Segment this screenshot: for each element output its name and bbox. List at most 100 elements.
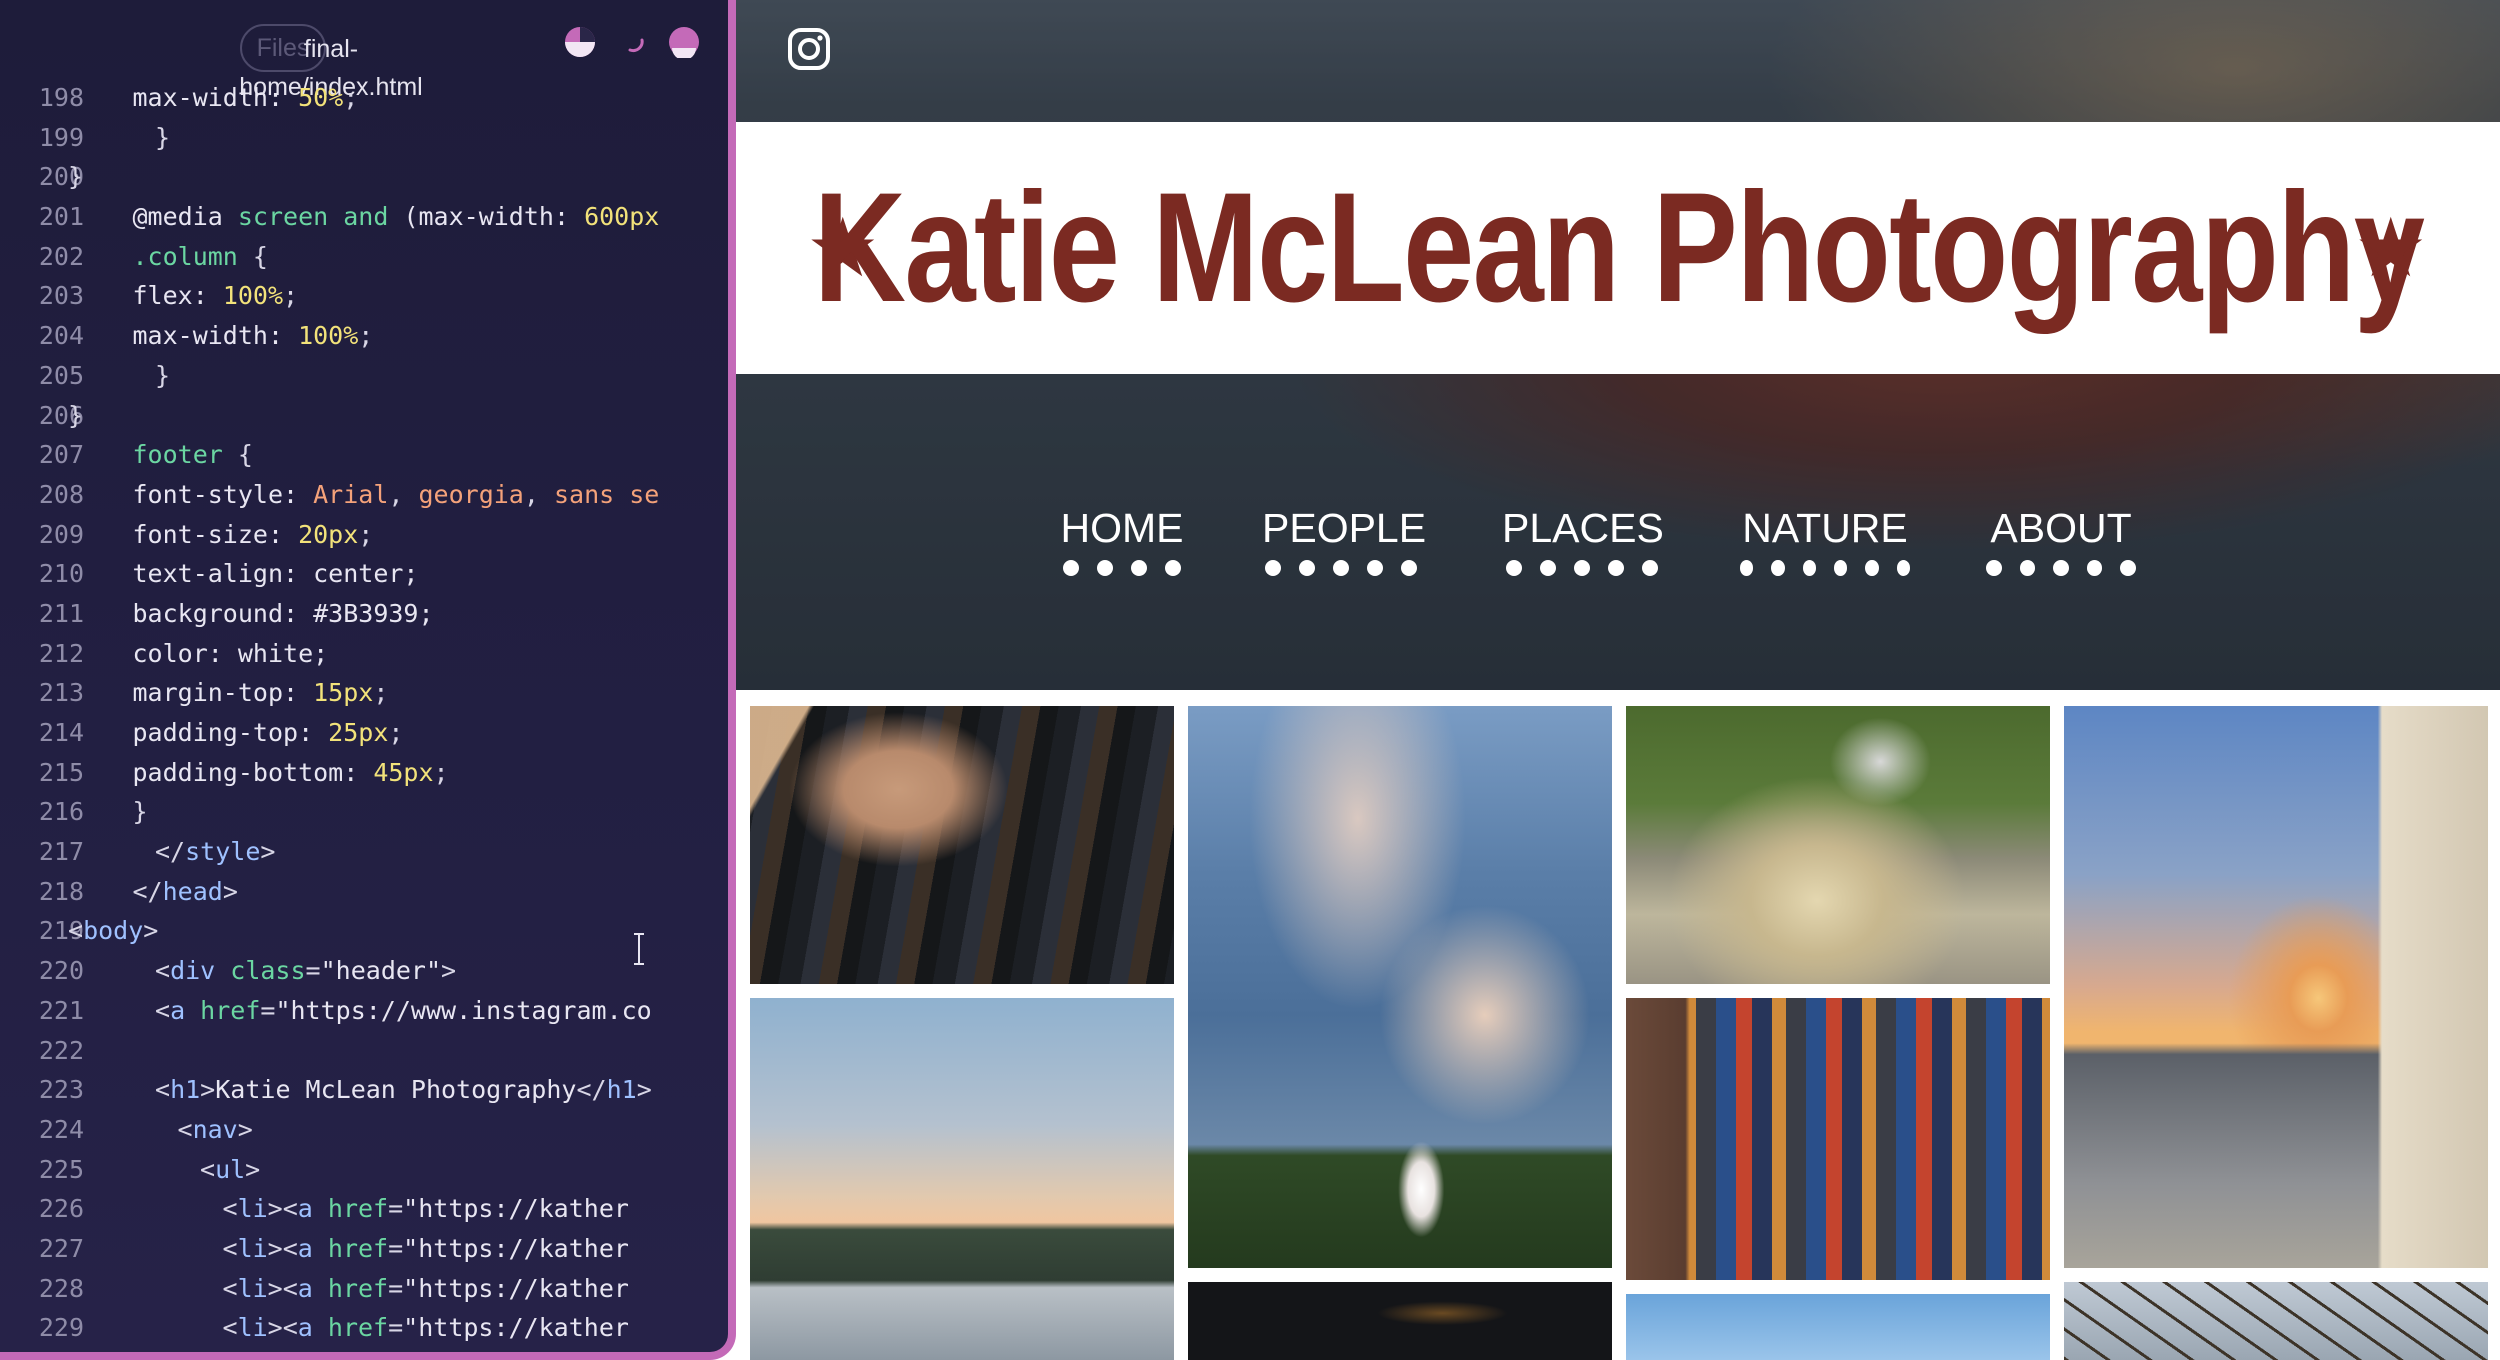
instagram-icon[interactable] [786,26,832,72]
nav-dots [1740,560,1910,576]
code-line[interactable]: 211 background: #3B3939; [0,594,728,634]
nav-dot [1506,560,1522,576]
code-line[interactable]: 227 <li><a href="https://kather [0,1229,728,1269]
nav-places-link[interactable]: PLACES [1502,500,1664,576]
line-number: 214 [38,718,84,747]
line-number: 225 [38,1154,84,1184]
gallery-photo-shirts-sunglasses[interactable] [1626,998,2050,1280]
nav-nature-link[interactable]: NATURE [1740,500,1910,576]
line-number: 223 [38,1075,84,1105]
code-text: background: #3B3939; [132,598,434,628]
line-number: 216 [38,797,84,827]
code-text: @media screen and (max-width: 600px [132,202,660,232]
code-editor-panel: Files final-home/index.html 198 max-width… [0,0,736,1360]
code-line[interactable]: 213 margin-top: 15px; [0,673,728,713]
code-line[interactable]: 200} [0,157,728,197]
nav-about-link[interactable]: ABOUT [1986,500,2136,576]
main-nav: HOME PEOPLE PLACES NATURE ABOUT [736,500,2500,590]
loading-arc-icon[interactable] [618,26,650,58]
code-line[interactable]: 219 <body> [0,911,728,951]
nav-people-link[interactable]: PEOPLE [1262,500,1427,576]
code-line[interactable]: 220 <div class="header"> [0,951,728,991]
code-line[interactable]: 215 padding-bottom: 45px; [0,753,728,793]
line-number: 209 [38,519,84,549]
code-text: max-width: 100%; [132,321,374,351]
code-line[interactable]: 199} [0,118,728,158]
code-line[interactable]: 210 text-align: center; [0,554,728,594]
code-line[interactable]: 208 font-style: Arial, georgia, sans se [0,475,728,515]
code-text: <a href="https://www.instagram.co [155,995,652,1025]
line-number: 211 [38,598,84,628]
nav-dot [1165,560,1181,576]
gallery-photo-branches[interactable] [2064,1282,2488,1360]
code-line[interactable]: 204 max-width: 100%; [0,316,728,356]
line-number: 229 [38,1313,84,1343]
code-line[interactable]: 216} [0,792,728,832]
nav-dot [1401,560,1417,576]
code-line[interactable]: 225 <ul> [0,1150,728,1190]
nav-dot [1986,560,2002,576]
line-number: 217 [38,837,84,867]
gallery-photo-harbour[interactable] [750,998,1174,1360]
code-line[interactable]: 226 <li><a href="https://kather [0,1189,728,1229]
code-text: } [155,122,171,152]
nav-home-link[interactable]: HOME [1058,500,1186,576]
nav-dot [1097,560,1113,576]
line-number: 221 [38,995,84,1025]
nav-dots [1502,560,1662,576]
code-text: text-align: center; [132,559,419,589]
nav-dot [2120,560,2136,576]
code-line[interactable]: 202 .column { [0,237,728,277]
code-line[interactable]: 206} [0,396,728,436]
pie-control-icon[interactable] [564,26,596,58]
gallery-photo-sunset-street[interactable] [2064,706,2488,1268]
code-line[interactable]: 207 footer { [0,435,728,475]
line-number: 208 [38,479,84,509]
site-title: Katie McLean Photography [813,160,2424,335]
code-line[interactable]: 214 padding-top: 25px; [0,713,728,753]
nav-dot [1540,560,1556,576]
nav-label: PEOPLE [1262,505,1427,551]
star-right-icon: ★ [2354,201,2428,296]
nav-dot [1802,560,1816,576]
code-text: padding-bottom: 45px; [132,757,449,787]
gallery-photo-blue-sky[interactable] [1626,1294,2050,1360]
code-line[interactable]: 203 flex: 100%; [0,276,728,316]
code-text: <nav> [177,1114,253,1144]
line-number: 218 [38,876,84,906]
code-line[interactable]: 229 <li><a href="https://kather [0,1308,728,1348]
code-line[interactable]: 221 <a href="https://www.instagram.co [0,991,728,1031]
line-number: 220 [38,956,84,986]
code-line[interactable]: 217 </style> [0,832,728,872]
gallery-photo-bmx-rider[interactable] [1626,706,2050,984]
code-line[interactable]: 212 color: white; [0,634,728,674]
line-number: 222 [38,1035,84,1065]
code-line[interactable]: 228 <li><a href="https://kather [0,1269,728,1309]
gallery-photo-night[interactable] [1188,1282,1612,1360]
code-area[interactable]: 198 max-width: 50%; 199} 200} 201 @media scre… [0,78,728,1348]
gallery-photo-clothing-rack[interactable] [750,706,1174,984]
code-line[interactable]: 218 </head> [0,872,728,912]
profile-control-icon[interactable] [668,26,700,58]
nav-dots [1262,560,1420,576]
code-line[interactable]: 223 <h1>Katie McLean Photography</h1> [0,1070,728,1110]
code-line[interactable]: 209 font-size: 20px; [0,515,728,555]
code-line[interactable]: 222 [0,1031,728,1071]
code-line[interactable]: 205} [0,356,728,396]
code-text: </style> [155,837,276,867]
nav-label: ABOUT [1990,505,2132,551]
code-line[interactable]: 224 <nav> [0,1110,728,1150]
nav-dot [1771,560,1785,576]
code-line[interactable]: 198 max-width: 50%; [0,78,728,118]
line-number: 228 [38,1273,84,1303]
nav-dot [1333,560,1349,576]
gallery-photo-cloudy-sky-church[interactable] [1188,706,1612,1268]
line-number: 215 [38,757,84,787]
code-text: max-width: 50%; [132,83,359,112]
line-number: 227 [38,1233,84,1263]
nav-label: PLACES [1502,505,1664,551]
code-line[interactable]: 201 @media screen and (max-width: 600px [0,197,728,237]
code-text: padding-top: 25px; [132,718,404,747]
code-text: } [68,400,84,430]
code-text: .column { [132,241,268,271]
